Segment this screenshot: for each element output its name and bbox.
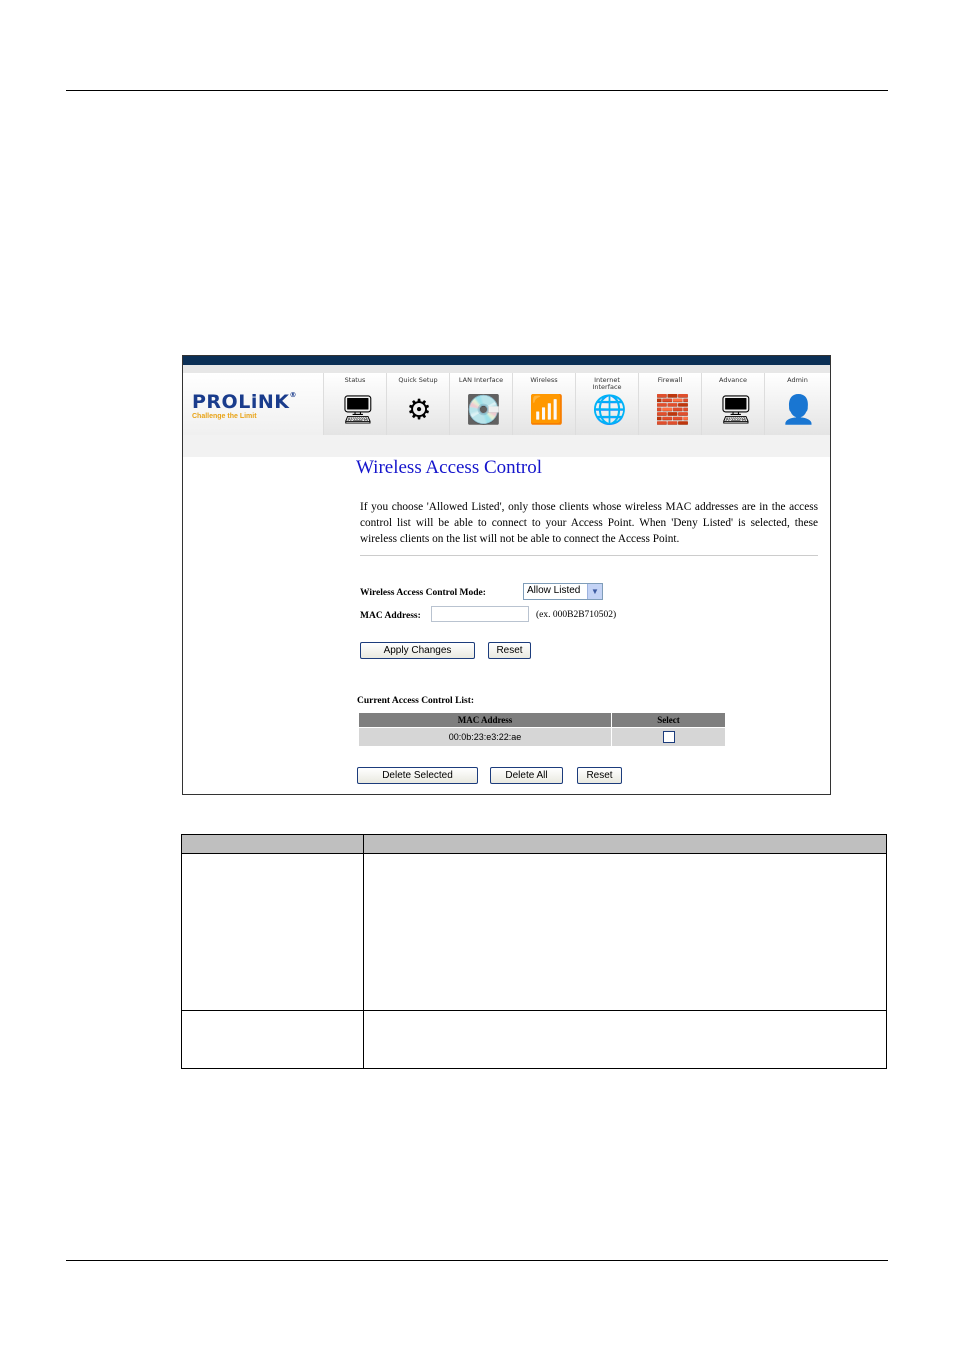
router-screenshot: PROLiNK® Challenge the Limit Status 🖥 Qu… xyxy=(182,355,831,795)
network-drive-icon: 💽 xyxy=(466,395,501,426)
footer-rule xyxy=(66,1260,888,1261)
nav-admin[interactable]: Admin 👤 xyxy=(764,373,830,435)
acl-cell-mac: 00:0b:23:e3:22:ae xyxy=(358,727,612,747)
delete-all-button[interactable]: Delete All xyxy=(490,767,563,784)
mode-label: Wireless Access Control Mode: xyxy=(360,588,486,598)
chevron-down-icon: ▼ xyxy=(587,584,602,599)
nav-firewall[interactable]: Firewall 🧱 xyxy=(638,373,701,435)
definition-cell xyxy=(181,1010,364,1069)
definition-header-1 xyxy=(181,834,364,854)
mac-hint: (ex. 000B2B710502) xyxy=(536,610,617,620)
mac-address-input[interactable] xyxy=(431,606,529,622)
select-checkbox[interactable] xyxy=(662,731,675,743)
divider xyxy=(360,555,818,556)
definition-header-2 xyxy=(363,834,887,854)
definition-cell xyxy=(363,1010,887,1069)
header-rule xyxy=(66,90,888,91)
firewall-icon: 🧱 xyxy=(655,395,690,426)
nav-lan-interface[interactable]: LAN Interface 💽 xyxy=(449,373,512,435)
top-bar-shade xyxy=(183,365,830,373)
definition-cell xyxy=(181,853,364,1011)
table-row xyxy=(181,1010,887,1069)
logo-brand: PROLiNK® xyxy=(192,391,297,413)
acl-header-mac: MAC Address xyxy=(358,712,612,728)
reset-list-button[interactable]: Reset xyxy=(577,767,622,784)
logo: PROLiNK® Challenge the Limit xyxy=(183,373,323,435)
top-bar xyxy=(183,356,830,365)
table-row xyxy=(181,853,887,1011)
nav-quick-setup[interactable]: Quick Setup ⚙ xyxy=(386,373,449,435)
page-title: Wireless Access Control xyxy=(356,457,543,478)
delete-selected-button[interactable]: Delete Selected xyxy=(357,767,478,784)
mode-select[interactable]: Allow Listed ▼ xyxy=(523,583,603,600)
main-nav: Status 🖥 Quick Setup ⚙ LAN Interface 💽 W… xyxy=(323,373,830,435)
mode-select-value: Allow Listed xyxy=(527,585,581,596)
reset-button[interactable]: Reset xyxy=(488,642,531,659)
apply-changes-button[interactable]: Apply Changes xyxy=(360,642,475,659)
mac-label: MAC Address: xyxy=(360,611,421,621)
acl-list-label: Current Access Control List: xyxy=(357,696,475,706)
wireless-adapter-icon: 📶 xyxy=(529,395,564,426)
definition-cell xyxy=(363,853,887,1011)
gear-icon: ⚙ xyxy=(406,395,432,426)
acl-cell-select xyxy=(611,727,726,747)
definition-table xyxy=(181,834,887,1069)
advance-monitor-icon: 🖥 xyxy=(718,395,754,426)
sub-header-band xyxy=(183,435,830,457)
internet-explorer-icon: 🌐 xyxy=(592,395,627,426)
nav-wireless[interactable]: Wireless 📶 xyxy=(512,373,575,435)
nav-advance[interactable]: Advance 🖥 xyxy=(701,373,764,435)
admin-user-icon: 👤 xyxy=(781,395,816,426)
nav-internet-interface[interactable]: Internet Interface 🌐 xyxy=(575,373,638,435)
table-row: 00:0b:23:e3:22:ae xyxy=(358,727,726,747)
nav-status[interactable]: Status 🖥 xyxy=(323,373,386,435)
logo-tagline: Challenge the Limit xyxy=(192,413,257,420)
acl-table: MAC Address Select 00:0b:23:e3:22:ae xyxy=(358,712,726,747)
acl-header-select: Select xyxy=(611,712,726,728)
page-description: If you choose 'Allowed Listed', only tho… xyxy=(360,501,818,545)
monitor-icon: 🖥 xyxy=(340,395,376,426)
